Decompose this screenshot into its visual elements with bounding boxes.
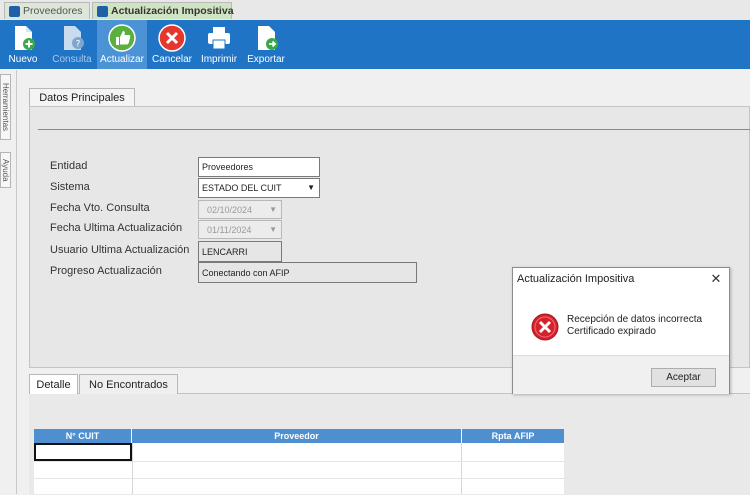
row-divider xyxy=(34,478,564,479)
document-tab-bar: Proveedores Actualización Impositiva xyxy=(0,0,750,21)
header-label: N° CUIT xyxy=(65,431,100,441)
field-value: 01/11/2024 xyxy=(207,224,252,235)
side-tab-label: Herramientas xyxy=(1,82,10,131)
new-document-icon xyxy=(15,26,35,50)
export-document-icon xyxy=(258,26,278,50)
nuevo-label: Nuevo xyxy=(8,54,38,65)
tab-proveedores[interactable]: Proveedores xyxy=(4,2,90,19)
side-tab-label: Ayuda xyxy=(1,158,10,182)
column-header-proveedor[interactable]: Proveedor xyxy=(132,429,462,443)
entidad-label: Entidad xyxy=(50,160,88,172)
error-icon xyxy=(531,313,559,341)
dropdown-arrow-icon[interactable]: ▼ xyxy=(269,225,277,234)
tab-label: Actualización Impositiva xyxy=(111,5,234,17)
window-icon xyxy=(97,5,108,17)
toolbar: Nuevo ? Consulta Actualizar Cancelar Imp… xyxy=(0,20,750,69)
consulta-label: Consulta xyxy=(52,54,92,65)
row-divider xyxy=(34,461,564,462)
field-value: 02/10/2024 xyxy=(207,204,253,215)
column-header-rpta-afip[interactable]: Rpta AFIP xyxy=(462,429,564,443)
header-label: Proveedor xyxy=(274,431,319,441)
tab-detalle[interactable]: Detalle xyxy=(29,374,78,394)
tab-label: Proveedores xyxy=(23,5,83,17)
dialog-message-line1: Recepción de datos incorrecta xyxy=(567,314,703,325)
field-value: Proveedores xyxy=(202,162,254,172)
fecha-vto-label: Fecha Vto. Consulta xyxy=(50,202,150,214)
usuario-label: Usuario Ultima Actualización xyxy=(50,244,190,256)
column-divider xyxy=(461,443,462,494)
header-label: Rpta AFIP xyxy=(491,431,535,441)
progreso-label: Progreso Actualización xyxy=(50,265,162,277)
actualizar-button[interactable]: Actualizar xyxy=(97,20,147,69)
printer-icon xyxy=(208,27,230,50)
tab-actualizacion-impositiva[interactable]: Actualización Impositiva xyxy=(92,2,234,19)
cancelar-label: Cancelar xyxy=(151,54,193,65)
dialog-message-line2: Certificado expirado xyxy=(567,326,656,337)
fecha-ult-field[interactable]: 01/11/2024 ▼ xyxy=(198,220,282,239)
tab-no-encontrados[interactable]: No Encontrados xyxy=(79,374,178,394)
cancelar-button[interactable]: Cancelar xyxy=(150,20,194,69)
tab-label: Datos Principales xyxy=(39,92,125,104)
error-dialog: Actualización Impositiva ✕ Recepción de … xyxy=(512,267,730,394)
field-value: Conectando con AFIP xyxy=(202,267,290,278)
tab-label: Detalle xyxy=(36,378,71,391)
exportar-label: Exportar xyxy=(247,54,285,65)
query-document-icon: ? xyxy=(64,26,84,50)
close-icon[interactable]: ✕ xyxy=(707,270,725,288)
dropdown-arrow-icon[interactable]: ▼ xyxy=(269,205,277,214)
divider xyxy=(16,70,17,494)
dropdown-arrow-icon[interactable]: ▼ xyxy=(307,183,315,192)
column-header-cuit[interactable]: N° CUIT xyxy=(34,429,132,443)
fecha-ult-label: Fecha Ultima Actualización xyxy=(50,222,183,234)
exportar-button[interactable]: Exportar xyxy=(244,20,288,69)
side-tab-herramientas[interactable]: Herramientas xyxy=(0,74,11,140)
usuario-field[interactable]: LENCARRI xyxy=(198,241,282,262)
sistema-select[interactable]: ESTADO DEL CUIT ▼ xyxy=(198,178,320,198)
column-divider xyxy=(132,443,133,494)
tab-datos-principales[interactable]: Datos Principales xyxy=(29,88,135,107)
imprimir-label: Imprimir xyxy=(200,54,238,65)
dialog-title: Actualización Impositiva xyxy=(517,273,635,285)
fecha-vto-field[interactable]: 02/10/2024 ▼ xyxy=(198,200,282,219)
imprimir-button[interactable]: Imprimir xyxy=(198,20,240,69)
sistema-label: Sistema xyxy=(50,181,90,193)
actualizar-label: Actualizar xyxy=(100,54,144,65)
progreso-field: Conectando con AFIP xyxy=(198,262,417,283)
field-value: LENCARRI xyxy=(202,246,248,257)
window-icon xyxy=(9,5,20,17)
aceptar-button[interactable]: Aceptar xyxy=(651,368,716,387)
cancel-icon xyxy=(158,24,186,52)
tab-label: No Encontrados xyxy=(89,378,168,391)
nuevo-button[interactable]: Nuevo xyxy=(5,20,41,69)
button-label: Aceptar xyxy=(666,372,701,383)
thumbs-up-icon xyxy=(108,24,136,52)
svg-text:?: ? xyxy=(76,40,81,50)
entidad-field[interactable]: Proveedores xyxy=(198,157,320,177)
consulta-button[interactable]: ? Consulta xyxy=(52,20,92,69)
section-divider xyxy=(38,129,750,130)
field-value: ESTADO DEL CUIT xyxy=(202,183,282,193)
table-cell-selected[interactable] xyxy=(34,443,132,461)
side-tab-ayuda[interactable]: Ayuda xyxy=(0,152,11,188)
